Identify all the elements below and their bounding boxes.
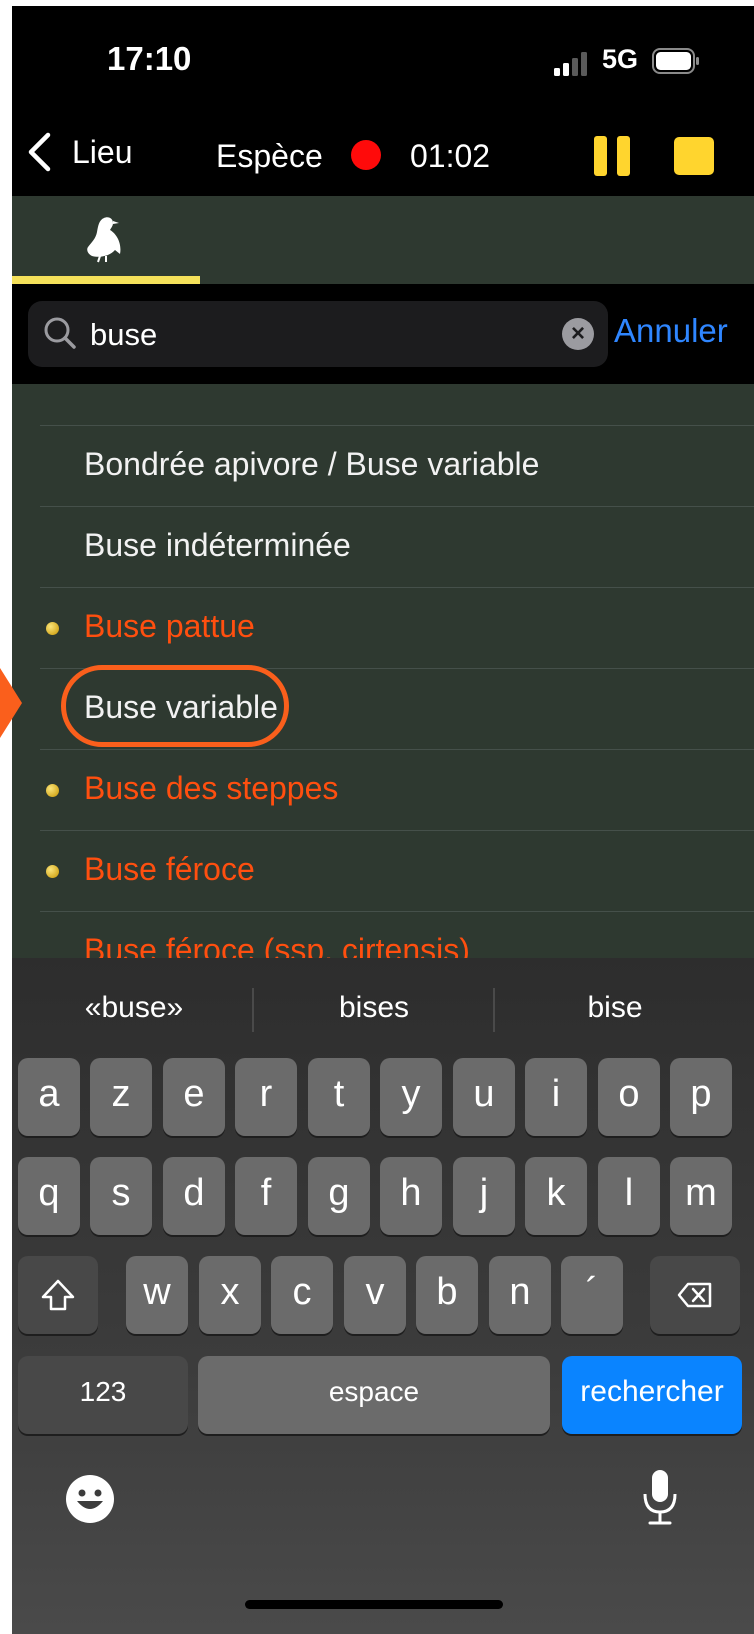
key-u[interactable]: u bbox=[453, 1058, 515, 1136]
key-j[interactable]: j bbox=[453, 1157, 515, 1235]
search-key[interactable]: rechercher bbox=[562, 1356, 742, 1434]
network-label: 5G bbox=[602, 44, 639, 74]
space-key[interactable]: espace bbox=[198, 1356, 550, 1434]
list-item-label: Buse pattue bbox=[84, 608, 255, 644]
key-i[interactable]: i bbox=[525, 1058, 587, 1136]
suggestion-1[interactable]: «buse» bbox=[14, 984, 254, 1044]
tab-bar bbox=[12, 196, 754, 284]
key-n[interactable]: n bbox=[489, 1256, 551, 1334]
highlight-circle-annotation bbox=[61, 665, 289, 747]
signal-icon bbox=[554, 52, 587, 76]
pointer-arrow-icon bbox=[0, 668, 22, 738]
keyboard: «buse» bises bise a z e r t y u i o p q … bbox=[12, 958, 754, 1634]
key-k[interactable]: k bbox=[525, 1157, 587, 1235]
key-s[interactable]: s bbox=[90, 1157, 152, 1235]
key-d[interactable]: d bbox=[163, 1157, 225, 1235]
list-item[interactable]: Buse féroce (ssp. cirtensis) bbox=[40, 911, 754, 958]
phone-screen: 17:10 5G Lieu Espèce 01:02 buse × Annule… bbox=[12, 6, 754, 1634]
key-x[interactable]: x bbox=[199, 1256, 261, 1334]
pause-button[interactable] bbox=[594, 136, 630, 176]
key-a[interactable]: a bbox=[18, 1058, 80, 1136]
list-item-label: Buse féroce (ssp. cirtensis) bbox=[84, 932, 470, 958]
search-field: × bbox=[28, 301, 608, 367]
search-bar: × Annuler bbox=[12, 284, 754, 384]
bird-icon bbox=[87, 217, 121, 263]
recording-indicator bbox=[351, 140, 381, 170]
status-time: 17:10 bbox=[107, 40, 192, 77]
rarity-dot-icon bbox=[46, 622, 59, 635]
emoji-icon[interactable] bbox=[64, 1473, 116, 1525]
battery-icon bbox=[652, 48, 699, 74]
key-g[interactable]: g bbox=[308, 1157, 370, 1235]
cancel-button[interactable]: Annuler bbox=[614, 312, 728, 350]
key-f[interactable]: f bbox=[235, 1157, 297, 1235]
suggestion-3[interactable]: bise bbox=[495, 984, 735, 1044]
key-r[interactable]: r bbox=[235, 1058, 297, 1136]
list-item[interactable]: Buse des steppes bbox=[40, 749, 754, 830]
key-l[interactable]: l bbox=[598, 1157, 660, 1235]
home-indicator bbox=[245, 1600, 503, 1609]
key-m[interactable]: m bbox=[670, 1157, 732, 1235]
list-item[interactable]: Buse indéterminée bbox=[40, 506, 754, 587]
key-p[interactable]: p bbox=[670, 1058, 732, 1136]
key-accent[interactable]: ´ bbox=[561, 1256, 623, 1334]
clear-search-icon[interactable]: × bbox=[562, 318, 594, 350]
page-title: Espèce bbox=[216, 138, 323, 174]
key-v[interactable]: v bbox=[344, 1256, 406, 1334]
stop-button[interactable] bbox=[674, 137, 714, 175]
navigation-bar: Lieu Espèce 01:02 bbox=[12, 116, 754, 196]
key-y[interactable]: y bbox=[380, 1058, 442, 1136]
microphone-icon[interactable] bbox=[640, 1468, 680, 1528]
pause-icon-bar-left bbox=[594, 136, 607, 176]
key-q[interactable]: q bbox=[18, 1157, 80, 1235]
pause-icon-bar-right bbox=[617, 136, 630, 176]
search-icon bbox=[44, 317, 76, 349]
list-item-label: Bondrée apivore / Buse variable bbox=[84, 446, 540, 482]
rarity-dot-icon bbox=[46, 784, 59, 797]
suggestion-2[interactable]: bises bbox=[254, 984, 494, 1044]
key-z[interactable]: z bbox=[90, 1058, 152, 1136]
list-item[interactable]: Buse pattue bbox=[40, 587, 754, 668]
key-t[interactable]: t bbox=[308, 1058, 370, 1136]
numbers-key[interactable]: 123 bbox=[18, 1356, 188, 1434]
key-o[interactable]: o bbox=[598, 1058, 660, 1136]
shift-arrow-icon bbox=[41, 1279, 75, 1311]
tab-birds[interactable] bbox=[12, 196, 200, 284]
backspace-icon bbox=[677, 1282, 712, 1308]
list-item-label: Buse indéterminée bbox=[84, 527, 351, 563]
list-item-label: Buse féroce bbox=[84, 851, 255, 887]
list-item[interactable]: Buse féroce bbox=[40, 830, 754, 911]
status-bar: 17:10 5G bbox=[12, 6, 754, 116]
backspace-key[interactable] bbox=[650, 1256, 740, 1334]
key-c[interactable]: c bbox=[271, 1256, 333, 1334]
rarity-dot-icon bbox=[46, 865, 59, 878]
list-item[interactable]: Bondrée apivore / Buse variable bbox=[40, 425, 754, 506]
key-e[interactable]: e bbox=[163, 1058, 225, 1136]
tab-active-indicator bbox=[12, 276, 200, 284]
key-h[interactable]: h bbox=[380, 1157, 442, 1235]
shift-key[interactable] bbox=[18, 1256, 98, 1334]
key-w[interactable]: w bbox=[126, 1256, 188, 1334]
key-b[interactable]: b bbox=[416, 1256, 478, 1334]
list-item-label: Buse des steppes bbox=[84, 770, 339, 806]
chevron-left-icon bbox=[28, 132, 51, 172]
back-button[interactable]: Lieu bbox=[26, 130, 133, 174]
back-label: Lieu bbox=[72, 133, 133, 170]
recording-timer: 01:02 bbox=[410, 138, 491, 174]
search-input[interactable] bbox=[88, 307, 532, 363]
